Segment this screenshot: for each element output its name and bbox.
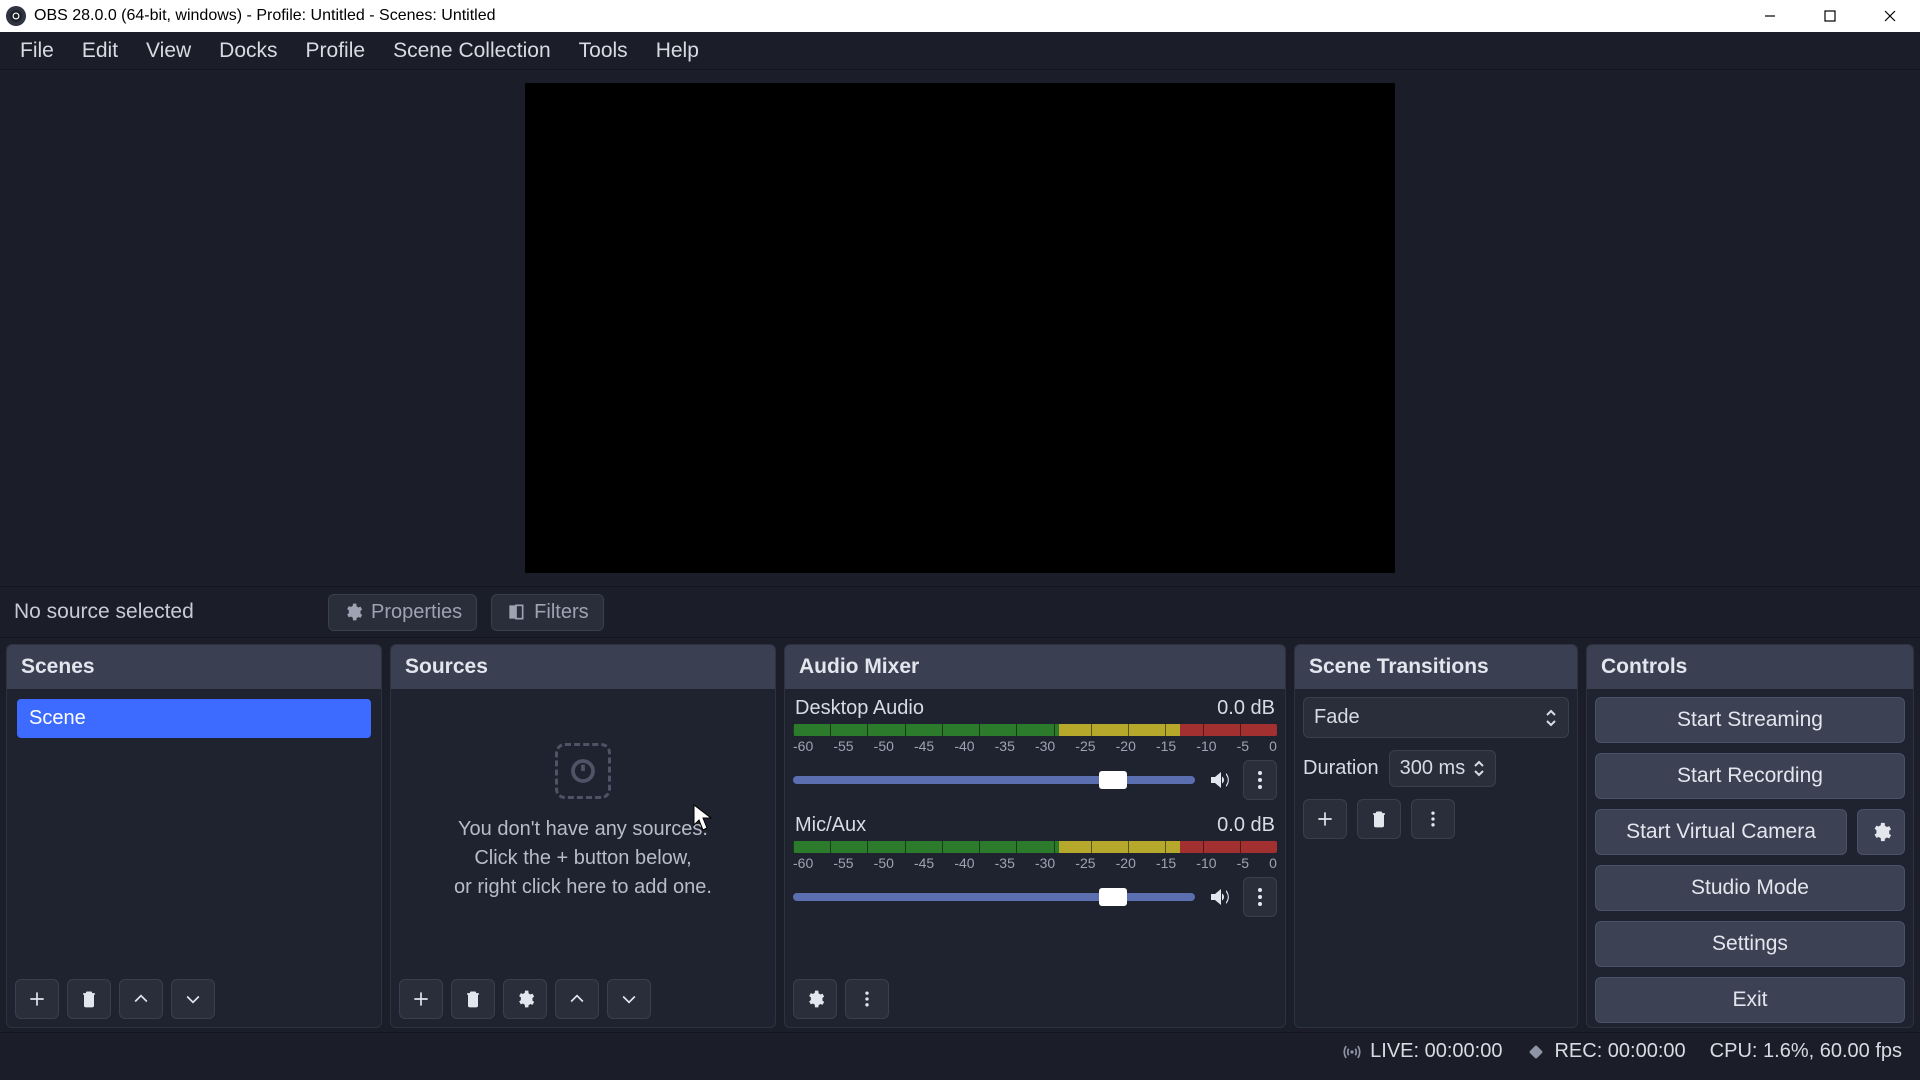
- menubar: File Edit View Docks Profile Scene Colle…: [0, 32, 1920, 70]
- properties-button[interactable]: Properties: [328, 594, 477, 631]
- obs-logo-icon: [6, 6, 26, 26]
- transitions-title[interactable]: Scene Transitions: [1295, 645, 1577, 689]
- signal-icon: [1342, 1042, 1362, 1062]
- settings-button[interactable]: Settings: [1595, 921, 1905, 967]
- transition-menu-button[interactable]: [1411, 799, 1455, 839]
- mixer-body: Desktop Audio 0.0 dB -60-55-50-45-40-35-30…: [785, 689, 1285, 971]
- mixer-advanced-button[interactable]: [793, 979, 837, 1019]
- exit-button[interactable]: Exit: [1595, 977, 1905, 1023]
- sources-add-button[interactable]: [399, 979, 443, 1019]
- menu-tools[interactable]: Tools: [565, 33, 642, 69]
- titlebar-text: OBS 28.0.0 (64-bit, windows) - Profile: …: [34, 7, 496, 25]
- transition-selected-label: Fade: [1314, 706, 1360, 729]
- sources-empty-line1: You don't have any sources.: [458, 815, 708, 844]
- channel-menu-button[interactable]: [1243, 877, 1277, 917]
- start-virtual-camera-button[interactable]: Start Virtual Camera: [1595, 809, 1847, 855]
- channel-db: 0.0 dB: [1217, 814, 1275, 837]
- controls-title[interactable]: Controls: [1587, 645, 1913, 689]
- window-minimize-button[interactable]: [1740, 0, 1800, 32]
- start-streaming-button[interactable]: Start Streaming: [1595, 697, 1905, 743]
- mixer-title[interactable]: Audio Mixer: [785, 645, 1285, 689]
- transitions-dock: Scene Transitions Fade Duration 300 ms: [1294, 644, 1578, 1028]
- window-maximize-button[interactable]: [1800, 0, 1860, 32]
- transition-remove-button[interactable]: [1357, 799, 1401, 839]
- menu-docks[interactable]: Docks: [205, 33, 291, 69]
- sources-move-up-button[interactable]: [555, 979, 599, 1019]
- channel-mute-button[interactable]: [1205, 883, 1233, 911]
- status-live: LIVE: 00:00:00: [1342, 1040, 1502, 1063]
- sources-dock: Sources You don't have any sources. Clic…: [390, 644, 776, 1028]
- status-live-label: LIVE: 00:00:00: [1370, 1040, 1502, 1063]
- audio-mixer-dock: Audio Mixer Desktop Audio 0.0 dB -60-55-50…: [784, 644, 1286, 1028]
- channel-volume-slider[interactable]: [793, 893, 1195, 901]
- menu-file[interactable]: File: [6, 33, 68, 69]
- statusbar: LIVE: 00:00:00 REC: 00:00:00 CPU: 1.6%, …: [0, 1032, 1920, 1070]
- mixer-channel: Desktop Audio 0.0 dB -60-55-50-45-40-35-30…: [793, 697, 1277, 800]
- scenes-move-up-button[interactable]: [119, 979, 163, 1019]
- scenes-list[interactable]: Scene: [7, 689, 381, 971]
- duration-value: 300 ms: [1400, 757, 1466, 780]
- menu-help[interactable]: Help: [642, 33, 713, 69]
- sources-empty-state: You don't have any sources. Click the + …: [399, 697, 767, 963]
- status-rec: REC: 00:00:00: [1526, 1040, 1685, 1063]
- studio-mode-button[interactable]: Studio Mode: [1595, 865, 1905, 911]
- channel-menu-button[interactable]: [1243, 760, 1277, 800]
- channel-mute-button[interactable]: [1205, 766, 1233, 794]
- channel-meter: [793, 724, 1277, 736]
- channel-name: Mic/Aux: [795, 814, 866, 837]
- sources-placeholder-icon: [555, 743, 611, 799]
- mixer-menu-button[interactable]: [845, 979, 889, 1019]
- channel-name: Desktop Audio: [795, 697, 924, 720]
- channel-meter: [793, 841, 1277, 853]
- filters-button[interactable]: Filters: [491, 594, 603, 631]
- menu-scene-collection[interactable]: Scene Collection: [379, 33, 565, 69]
- start-recording-button[interactable]: Start Recording: [1595, 753, 1905, 799]
- duration-spinner[interactable]: 300 ms: [1389, 750, 1497, 787]
- controls-dock: Controls Start Streaming Start Recording…: [1586, 644, 1914, 1028]
- sources-move-down-button[interactable]: [607, 979, 651, 1019]
- transition-select[interactable]: Fade: [1303, 697, 1569, 738]
- mixer-channel: Mic/Aux 0.0 dB -60-55-50-45-40-35-30-25-20…: [793, 814, 1277, 917]
- updown-icon: [1544, 708, 1558, 728]
- menu-edit[interactable]: Edit: [68, 33, 132, 69]
- titlebar: OBS 28.0.0 (64-bit, windows) - Profile: …: [0, 0, 1920, 32]
- properties-label: Properties: [371, 601, 462, 624]
- channel-scale: -60-55-50-45-40-35-30-25-20-15-10-50: [793, 855, 1277, 871]
- window-close-button[interactable]: [1860, 0, 1920, 32]
- menu-profile[interactable]: Profile: [292, 33, 380, 69]
- transition-add-button[interactable]: [1303, 799, 1347, 839]
- channel-scale: -60-55-50-45-40-35-30-25-20-15-10-50: [793, 738, 1277, 754]
- status-cpu-label: CPU: 1.6%, 60.00 fps: [1710, 1040, 1902, 1063]
- scenes-move-down-button[interactable]: [171, 979, 215, 1019]
- sources-remove-button[interactable]: [451, 979, 495, 1019]
- spinner-arrows-icon[interactable]: [1473, 760, 1485, 777]
- menu-view[interactable]: View: [132, 33, 205, 69]
- sources-list[interactable]: You don't have any sources. Click the + …: [391, 689, 775, 971]
- sources-properties-button[interactable]: [503, 979, 547, 1019]
- preview-area[interactable]: [0, 70, 1920, 586]
- sources-empty-line3: or right click here to add one.: [454, 873, 712, 902]
- channel-db: 0.0 dB: [1217, 697, 1275, 720]
- scene-item[interactable]: Scene: [17, 699, 371, 738]
- virtual-camera-settings-button[interactable]: [1857, 809, 1905, 855]
- duration-label: Duration: [1303, 757, 1379, 780]
- filters-label: Filters: [534, 601, 588, 624]
- sources-title[interactable]: Sources: [391, 645, 775, 689]
- scenes-title[interactable]: Scenes: [7, 645, 381, 689]
- sources-empty-line2: Click the + button below,: [474, 844, 691, 873]
- source-context-toolbar: No source selected Properties Filters: [0, 586, 1920, 638]
- status-rec-label: REC: 00:00:00: [1554, 1040, 1685, 1063]
- source-status-label: No source selected: [14, 600, 314, 624]
- scenes-add-button[interactable]: [15, 979, 59, 1019]
- stop-icon: [1526, 1042, 1546, 1062]
- scenes-remove-button[interactable]: [67, 979, 111, 1019]
- preview-canvas[interactable]: [525, 83, 1395, 573]
- channel-volume-slider[interactable]: [793, 776, 1195, 784]
- scenes-dock: Scenes Scene: [6, 644, 382, 1028]
